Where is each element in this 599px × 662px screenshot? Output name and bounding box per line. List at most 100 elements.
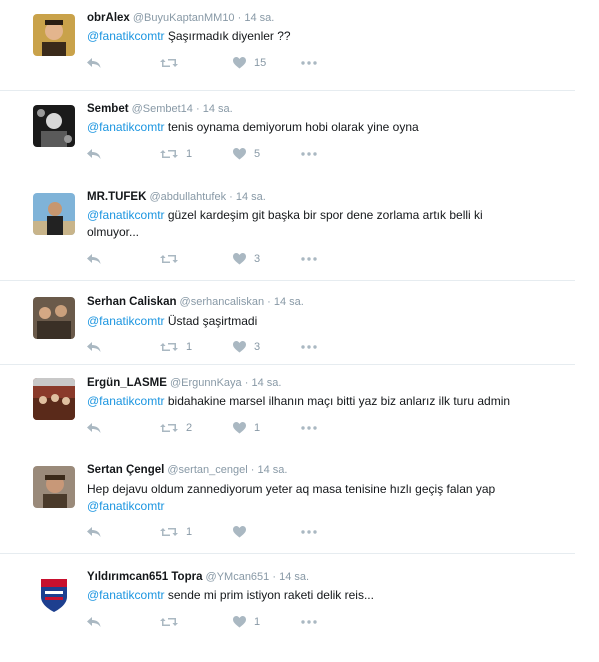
tweet-body: Şaşırmadık diyenler ?? <box>164 29 291 43</box>
like-button[interactable]: 5 <box>233 146 260 162</box>
mention-link[interactable]: @fanatikcomtr <box>87 208 165 222</box>
mention-link[interactable]: @fanatikcomtr <box>87 314 165 328</box>
timestamp[interactable]: 14 sa. <box>236 191 266 203</box>
more-button[interactable] <box>301 420 317 436</box>
tweet-header: obrAlex @BuyuKaptanMM10 · 14 sa. <box>87 12 274 24</box>
avatar[interactable] <box>33 466 75 508</box>
reply-button[interactable] <box>87 524 101 540</box>
avatar[interactable] <box>33 14 75 56</box>
user-handle[interactable]: @YMcan651 <box>206 571 270 583</box>
tweet-actions: 3 <box>87 251 347 267</box>
separator: · <box>229 191 233 203</box>
user-name[interactable]: Ergün_LASME <box>87 377 167 389</box>
user-handle[interactable]: @abdullahtufek <box>149 191 226 203</box>
like-button[interactable]: 1 <box>233 420 260 436</box>
reply-button[interactable] <box>87 420 101 436</box>
tweet-header: MR.TUFEK @abdullahtufek · 14 sa. <box>87 191 266 203</box>
mention-link[interactable]: @fanatikcomtr <box>87 120 165 134</box>
more-button[interactable] <box>301 251 317 267</box>
like-button[interactable]: 3 <box>233 251 260 267</box>
mention-link[interactable]: @fanatikcomtr <box>87 29 165 43</box>
user-name[interactable]: MR.TUFEK <box>87 191 146 203</box>
tweet-header: Serhan Caliskan @serhancaliskan · 14 sa. <box>87 296 304 308</box>
more-button[interactable] <box>301 146 317 162</box>
user-handle[interactable]: @ErgunnKaya <box>170 377 242 389</box>
timestamp[interactable]: 14 sa. <box>257 464 287 476</box>
tweet-text: @fanatikcomtr tenis oynama demiyorum hob… <box>87 119 547 136</box>
retweet-count: 1 <box>186 148 193 160</box>
reply-button[interactable] <box>87 339 101 355</box>
user-handle[interactable]: @sertan_cengel <box>167 464 247 476</box>
user-handle[interactable]: @BuyuKaptanMM10 <box>133 12 235 24</box>
more-icon <box>301 426 317 430</box>
tweet-body: Üstad şaşirtmadi <box>164 314 258 328</box>
avatar[interactable] <box>33 193 75 235</box>
retweet-button[interactable] <box>160 251 186 267</box>
tweet-header: Sertan Çengel @sertan_cengel · 14 sa. <box>87 464 287 476</box>
reply-icon <box>87 526 101 538</box>
heart-icon <box>233 526 246 538</box>
avatar[interactable] <box>33 297 75 339</box>
separator: · <box>195 103 200 115</box>
user-handle[interactable]: @Sembet14 <box>132 103 193 115</box>
mention-link[interactable]: @fanatikcomtr <box>87 499 165 513</box>
tweet-header: Ergün_LASME @ErgunnKaya · 14 sa. <box>87 377 281 389</box>
user-name[interactable]: Sertan Çengel <box>87 464 164 476</box>
more-icon <box>301 345 317 349</box>
retweet-button[interactable]: 1 <box>160 339 192 355</box>
reply-icon <box>87 616 101 628</box>
more-button[interactable] <box>301 614 317 630</box>
user-name[interactable]: Sembet <box>87 103 129 115</box>
like-button[interactable]: 3 <box>233 339 260 355</box>
mention-link[interactable]: @fanatikcomtr <box>87 394 165 408</box>
more-button[interactable] <box>301 339 317 355</box>
retweet-button[interactable]: 1 <box>160 146 192 162</box>
reply-button[interactable] <box>87 614 101 630</box>
timestamp[interactable]: 14 sa. <box>251 377 281 389</box>
like-count: 5 <box>254 148 261 160</box>
heart-icon <box>233 57 246 69</box>
reply-icon <box>87 341 101 353</box>
like-count: 15 <box>254 57 267 69</box>
tweet-divider <box>0 280 575 281</box>
like-button[interactable]: 1 <box>233 614 260 630</box>
separator: · <box>272 571 277 583</box>
more-button[interactable] <box>301 55 317 71</box>
tweet-actions: 1 3 <box>87 339 347 355</box>
mention-link[interactable]: @fanatikcomtr <box>87 588 165 602</box>
reply-button[interactable] <box>87 55 101 71</box>
user-name[interactable]: obrAlex <box>87 12 130 24</box>
tweet-body: tenis oynama demiyorum hobi olarak yine … <box>164 120 419 134</box>
timestamp[interactable]: 14 sa. <box>203 103 233 115</box>
more-icon <box>301 620 317 624</box>
more-button[interactable] <box>301 524 317 540</box>
user-name[interactable]: Serhan Caliskan <box>87 296 176 308</box>
avatar[interactable] <box>33 573 75 615</box>
retweet-icon <box>160 526 178 538</box>
like-button[interactable]: 15 <box>233 55 266 71</box>
retweet-button[interactable] <box>160 614 186 630</box>
timestamp[interactable]: 14 sa. <box>279 571 309 583</box>
retweet-button[interactable] <box>160 55 186 71</box>
tweet-divider <box>0 553 575 554</box>
like-count: 3 <box>254 253 261 265</box>
reply-button[interactable] <box>87 251 101 267</box>
tweet-header: Sembet @Sembet14 · 14 sa. <box>87 103 233 115</box>
retweet-button[interactable]: 1 <box>160 524 192 540</box>
like-button[interactable] <box>233 524 254 540</box>
avatar[interactable] <box>33 378 75 420</box>
user-name[interactable]: Yıldırımcan651 Topra <box>87 571 202 583</box>
reply-button[interactable] <box>87 146 101 162</box>
retweet-icon <box>160 57 178 69</box>
timestamp[interactable]: 14 sa. <box>244 12 274 24</box>
retweet-count: 1 <box>186 341 193 353</box>
heart-icon <box>233 616 246 628</box>
retweet-button[interactable]: 2 <box>160 420 192 436</box>
retweet-icon <box>160 341 178 353</box>
retweet-count: 1 <box>186 526 193 538</box>
timestamp[interactable]: 14 sa. <box>274 296 304 308</box>
tweet-actions: 15 <box>87 55 347 71</box>
like-count: 1 <box>254 616 261 628</box>
avatar[interactable] <box>33 105 75 147</box>
user-handle[interactable]: @serhancaliskan <box>180 296 265 308</box>
